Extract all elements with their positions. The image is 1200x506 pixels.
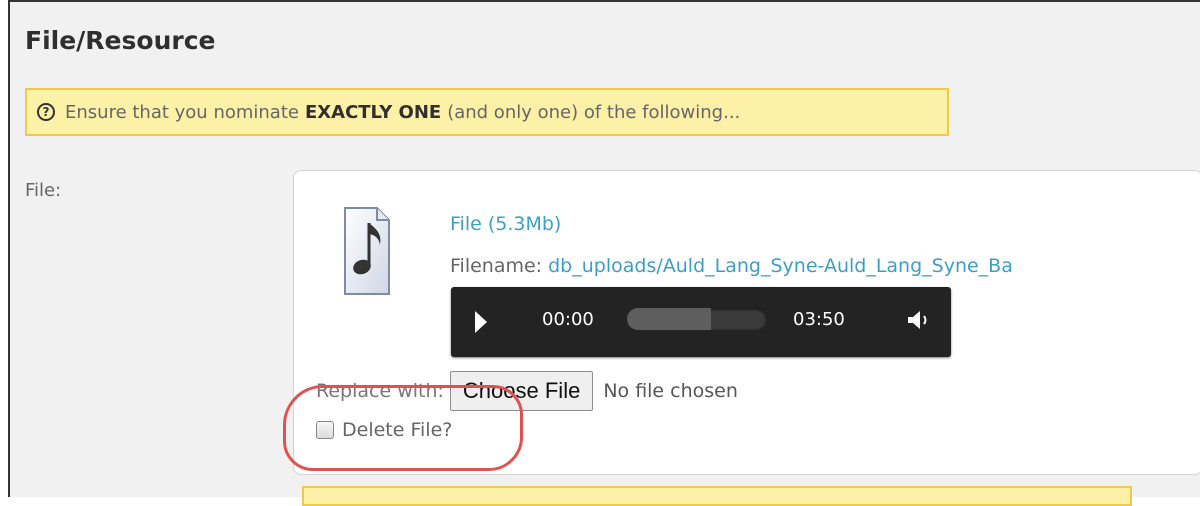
audio-file-icon (344, 207, 390, 295)
file-field-label: File: (25, 180, 62, 201)
delete-file-label: Delete File? (342, 419, 453, 441)
volume-icon[interactable] (905, 309, 935, 331)
question-circle-icon: ? (37, 103, 55, 121)
next-instruction-note (302, 486, 1132, 506)
total-time: 03:50 (793, 309, 845, 330)
delete-file-row[interactable]: Delete File? (316, 419, 452, 441)
file-card: File (5.3Mb) Filename: db_uploads/Auld_L… (293, 170, 1200, 475)
delete-file-checkbox[interactable] (316, 421, 334, 439)
filename-label: Filename: (450, 255, 543, 277)
instruction-text-after: (and only one) of the following... (447, 101, 741, 123)
instruction-text-before: Ensure that you nominate (65, 101, 299, 123)
instruction-emphasis: EXACTLY ONE (304, 101, 442, 123)
progress-loaded (627, 308, 711, 330)
filename-row: Filename: db_uploads/Auld_Lang_Syne-Auld… (450, 255, 1013, 277)
panel-title: File/Resource (25, 26, 216, 55)
no-file-chosen-text: No file chosen (603, 380, 738, 402)
play-icon[interactable] (475, 311, 487, 333)
file-download-link[interactable]: File (5.3Mb) (450, 213, 561, 235)
choose-file-button[interactable]: Choose File (449, 371, 594, 411)
current-time: 00:00 (542, 309, 594, 330)
progress-rail[interactable] (627, 308, 767, 330)
replace-row: Replace with: Choose File No file chosen (316, 371, 738, 411)
filename-link[interactable]: db_uploads/Auld_Lang_Syne-Auld_Lang_Syne… (548, 255, 1013, 277)
replace-label: Replace with: (316, 380, 444, 402)
audio-player: 00:00 03:50 (451, 287, 951, 357)
instruction-note: ? Ensure that you nominate EXACTLY ONE (… (25, 88, 949, 136)
